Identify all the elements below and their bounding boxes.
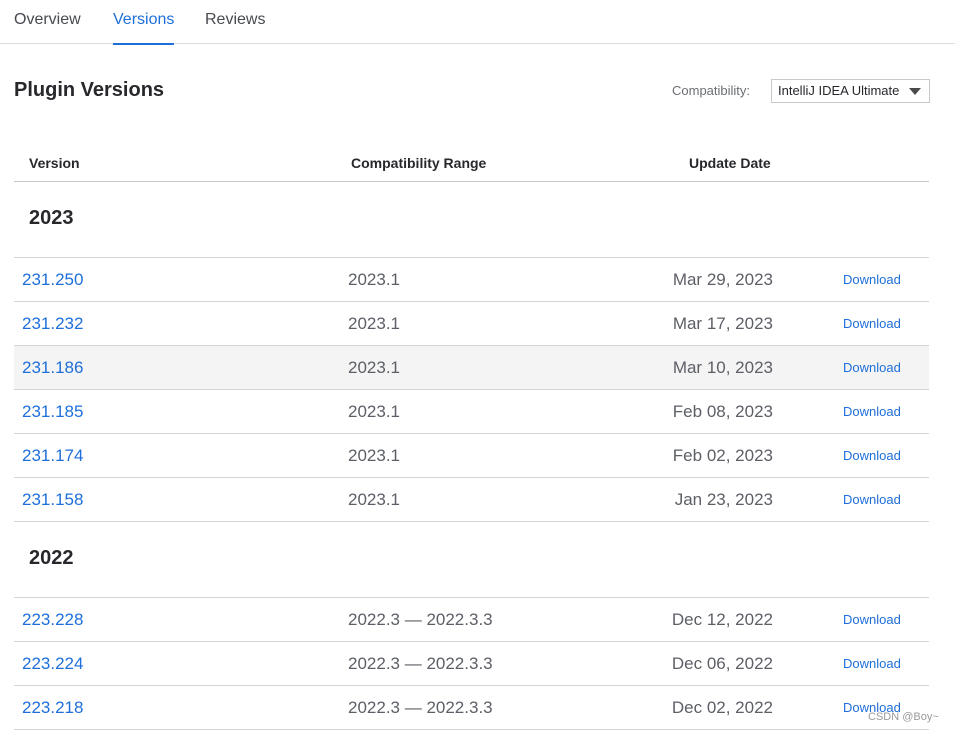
compatibility-select[interactable]: IntelliJ IDEA Ultimate <box>771 79 930 103</box>
update-date: Mar 17, 2023 <box>672 314 773 333</box>
update-date: Mar 29, 2023 <box>672 270 773 289</box>
compatibility-range: 2023.1 <box>348 402 400 421</box>
tab-versions[interactable]: Versions <box>113 0 174 45</box>
version-link[interactable]: 231.186 <box>22 358 83 378</box>
chevron-down-icon <box>909 88 921 95</box>
watermark: CSDN @Boy~ <box>868 711 939 723</box>
update-date: Dec 12, 2022 <box>671 610 773 629</box>
compatibility-range: 2023.1 <box>348 358 400 377</box>
update-date: Jan 23, 2023 <box>674 490 773 509</box>
tab-overview[interactable]: Overview <box>14 0 81 44</box>
table-row: 223.224 2022.3 — 2022.3.3 Dec 06, 2022 D… <box>14 641 929 685</box>
download-link[interactable]: Download <box>843 492 901 507</box>
compatibility-range: 2022.3 — 2022.3.3 <box>348 698 493 717</box>
compatibility-range: 2022.3 — 2022.3.3 <box>348 610 493 629</box>
version-link[interactable]: 223.224 <box>22 654 83 674</box>
download-link[interactable]: Download <box>843 448 901 463</box>
compatibility-range: 2023.1 <box>348 314 400 333</box>
group-title-2022: 2022 <box>29 547 74 569</box>
compatibility-selected-value: IntelliJ IDEA Ultimate <box>778 83 900 98</box>
page-title: Plugin Versions <box>14 79 165 101</box>
update-date: Dec 06, 2022 <box>671 654 773 673</box>
tab-bar: Overview Versions Reviews <box>0 0 955 45</box>
compatibility-range: 2023.1 <box>348 490 400 509</box>
column-header-version: Version <box>29 155 80 171</box>
table-row: 231.174 2023.1 Feb 02, 2023 Download <box>14 433 929 477</box>
version-link[interactable]: 231.250 <box>22 270 83 290</box>
update-date: Dec 02, 2022 <box>671 698 773 717</box>
table-row: 231.185 2023.1 Feb 08, 2023 Download <box>14 389 929 433</box>
group-title-2023: 2023 <box>29 207 74 229</box>
version-link[interactable]: 231.158 <box>22 490 83 510</box>
compatibility-range: 2022.3 — 2022.3.3 <box>348 654 493 673</box>
table-row: 231.158 2023.1 Jan 23, 2023 Download <box>14 477 929 522</box>
download-link[interactable]: Download <box>843 272 901 287</box>
update-date: Mar 10, 2023 <box>672 358 773 377</box>
version-link[interactable]: 223.218 <box>22 698 83 718</box>
table-row: 231.250 2023.1 Mar 29, 2023 Download <box>14 257 929 301</box>
version-link[interactable]: 231.232 <box>22 314 83 334</box>
update-date: Feb 08, 2023 <box>672 402 773 421</box>
version-link[interactable]: 231.185 <box>22 402 83 422</box>
download-link[interactable]: Download <box>843 656 901 671</box>
download-link[interactable]: Download <box>843 404 901 419</box>
version-link[interactable]: 223.228 <box>22 610 83 630</box>
download-link[interactable]: Download <box>843 612 901 627</box>
compatibility-range: 2023.1 <box>348 270 400 289</box>
download-link[interactable]: Download <box>843 316 901 331</box>
table-row: 223.228 2022.3 — 2022.3.3 Dec 12, 2022 D… <box>14 597 929 641</box>
compatibility-label: Compatibility: <box>672 83 751 98</box>
download-link[interactable]: Download <box>843 360 901 375</box>
update-date: Feb 02, 2023 <box>672 446 773 465</box>
table-header: Version Compatibility Range Update Date <box>14 148 929 182</box>
tab-reviews[interactable]: Reviews <box>205 0 265 44</box>
version-link[interactable]: 231.174 <box>22 446 83 466</box>
table-row: 231.232 2023.1 Mar 17, 2023 Download <box>14 301 929 345</box>
table-row: 223.218 2022.3 — 2022.3.3 Dec 02, 2022 D… <box>14 685 929 730</box>
compatibility-range: 2023.1 <box>348 446 400 465</box>
table-row: 231.186 2023.1 Mar 10, 2023 Download <box>14 345 929 389</box>
column-header-date: Update Date <box>689 155 771 171</box>
column-header-range: Compatibility Range <box>351 155 487 171</box>
